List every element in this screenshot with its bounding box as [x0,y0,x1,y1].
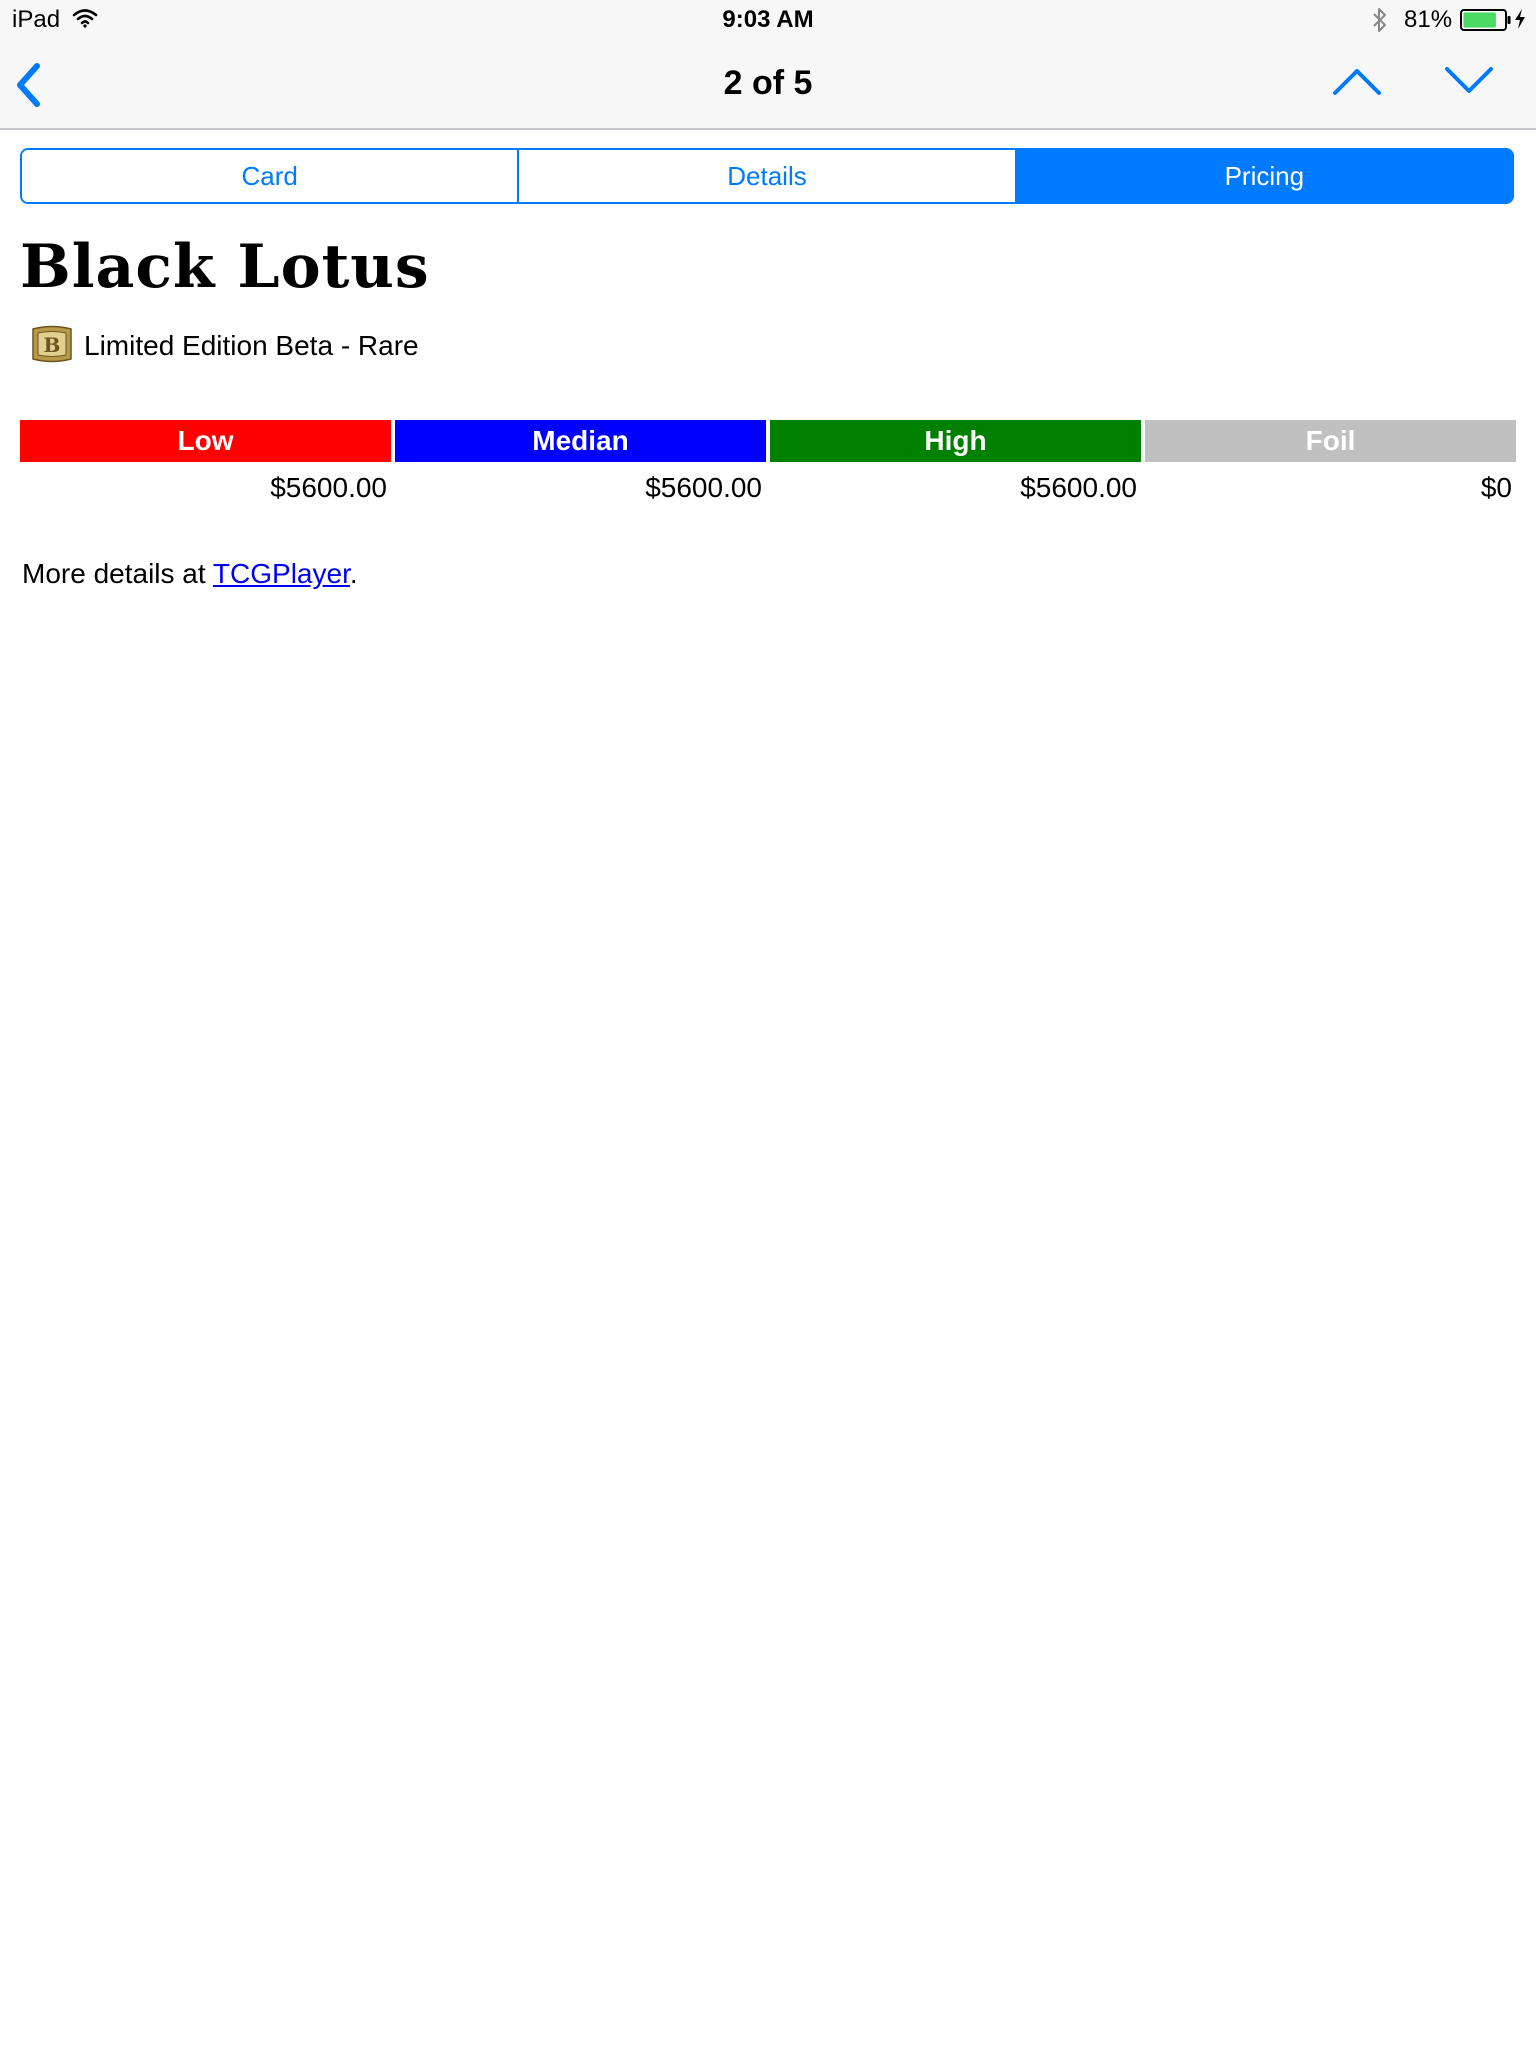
set-symbol-icon: B [30,325,74,368]
more-details-suffix: . [349,558,358,589]
status-bar: iPad 9:03 AM 81% [0,0,1536,40]
tcgplayer-link[interactable]: TCGPlayer [213,558,350,589]
pricing-header-row: Low Median High Foil [20,420,1516,462]
price-header-median: Median [395,420,766,462]
battery-percent: 81% [1404,6,1453,33]
card-name: Black Lotus [20,232,430,302]
set-and-rarity: Limited Edition Beta - Rare [84,330,419,361]
set-symbol-letter: B [44,333,61,357]
price-header-foil: Foil [1145,420,1516,462]
more-details-prefix: More details at [22,558,213,589]
tab-pricing[interactable]: Pricing [1014,150,1512,202]
pricing-table: Low Median High Foil $5600.00 $5600.00 $… [20,420,1516,504]
more-details-text: More details at TCGPlayer. [22,558,358,590]
navigation-bar: 2 of 5 [0,40,1536,130]
price-value-foil: $0 [1480,472,1512,503]
price-value-median: $5600.00 [645,472,762,503]
bluetooth-icon [1372,6,1388,39]
tab-card[interactable]: Card [22,150,518,202]
price-header-low: Low [20,420,391,462]
battery-icon [1460,9,1512,36]
next-card-chevron-down-icon[interactable] [1444,66,1494,101]
tab-segmented-control: Card Details Pricing [20,148,1514,204]
price-value-low: $5600.00 [270,472,387,503]
price-header-high: High [770,420,1141,462]
tab-details[interactable]: Details [517,150,1015,202]
pricing-value-row: $5600.00 $5600.00 $5600.00 $0 [20,462,1516,504]
price-value-high: $5600.00 [1020,472,1137,503]
previous-card-chevron-up-icon[interactable] [1332,66,1382,101]
nav-title: 2 of 5 [723,64,813,102]
charging-bolt-icon [1514,8,1526,35]
status-time: 9:03 AM [722,6,814,33]
